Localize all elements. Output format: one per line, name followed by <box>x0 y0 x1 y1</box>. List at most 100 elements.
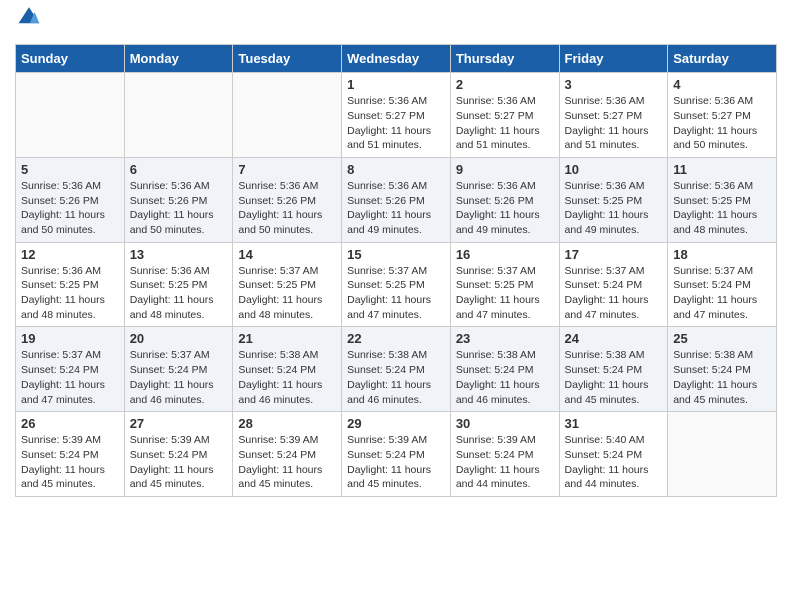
day-info: Sunrise: 5:36 AMSunset: 5:27 PMDaylight:… <box>347 94 445 153</box>
day-info: Sunrise: 5:37 AMSunset: 5:24 PMDaylight:… <box>130 348 228 407</box>
day-number: 25 <box>673 331 771 346</box>
calendar-cell: 5 Sunrise: 5:36 AMSunset: 5:26 PMDaylight… <box>16 157 125 242</box>
logo-icon <box>17 5 41 27</box>
day-number: 19 <box>21 331 119 346</box>
calendar-cell: 6Sunrise: 5:36 AMSunset: 5:26 PMDaylight… <box>124 157 233 242</box>
calendar-table: SundayMondayTuesdayWednesdayThursdayFrid… <box>15 44 777 497</box>
day-info: Sunrise: 5:36 AMSunset: 5:27 PMDaylight:… <box>456 94 554 153</box>
day-info: Sunrise: 5:38 AMSunset: 5:24 PMDaylight:… <box>565 348 663 407</box>
day-number: 11 <box>673 162 771 177</box>
calendar-cell: 4 Sunrise: 5:36 AMSunset: 5:27 PMDaylight… <box>668 73 777 158</box>
calendar-cell: 31 Sunrise: 5:40 AMSunset: 5:24 PMDayligh… <box>559 412 668 497</box>
day-info: Sunrise: 5:39 AMSunset: 5:24 PMDaylight:… <box>130 433 228 492</box>
calendar-cell: 20Sunrise: 5:37 AMSunset: 5:24 PMDayligh… <box>124 327 233 412</box>
day-info: Sunrise: 5:36 AMSunset: 5:26 PMDaylight:… <box>456 179 554 238</box>
calendar-cell: 3Sunrise: 5:36 AMSunset: 5:27 PMDaylight… <box>559 73 668 158</box>
weekday-header: Friday <box>559 45 668 73</box>
day-info: Sunrise: 5:38 AMSunset: 5:24 PMDaylight:… <box>456 348 554 407</box>
calendar-cell: 16Sunrise: 5:37 AMSunset: 5:25 PMDayligh… <box>450 242 559 327</box>
day-info: Sunrise: 5:36 AMSunset: 5:25 PMDaylight:… <box>21 264 119 323</box>
calendar-week-row: 5 Sunrise: 5:36 AMSunset: 5:26 PMDaylight… <box>16 157 777 242</box>
weekday-header: Thursday <box>450 45 559 73</box>
day-info: Sunrise: 5:36 AMSunset: 5:27 PMDaylight:… <box>673 94 771 153</box>
day-info: Sunrise: 5:36 AMSunset: 5:26 PMDaylight:… <box>21 179 119 238</box>
day-number: 12 <box>21 247 119 262</box>
day-info: Sunrise: 5:37 AMSunset: 5:24 PMDaylight:… <box>673 264 771 323</box>
calendar-week-row: 12 Sunrise: 5:36 AMSunset: 5:25 PMDayligh… <box>16 242 777 327</box>
weekday-header: Saturday <box>668 45 777 73</box>
calendar-week-row: 1 Sunrise: 5:36 AMSunset: 5:27 PMDaylight… <box>16 73 777 158</box>
day-number: 29 <box>347 416 445 431</box>
calendar-week-row: 19 Sunrise: 5:37 AMSunset: 5:24 PMDayligh… <box>16 327 777 412</box>
calendar-cell: 18 Sunrise: 5:37 AMSunset: 5:24 PMDayligh… <box>668 242 777 327</box>
day-info: Sunrise: 5:39 AMSunset: 5:24 PMDaylight:… <box>456 433 554 492</box>
day-number: 30 <box>456 416 554 431</box>
calendar-cell: 12 Sunrise: 5:36 AMSunset: 5:25 PMDayligh… <box>16 242 125 327</box>
day-number: 26 <box>21 416 119 431</box>
day-info: Sunrise: 5:38 AMSunset: 5:24 PMDaylight:… <box>673 348 771 407</box>
calendar-cell <box>124 73 233 158</box>
day-info: Sunrise: 5:38 AMSunset: 5:24 PMDaylight:… <box>238 348 336 407</box>
day-number: 9 <box>456 162 554 177</box>
day-info: Sunrise: 5:36 AMSunset: 5:27 PMDaylight:… <box>565 94 663 153</box>
calendar-cell: 13 Sunrise: 5:36 AMSunset: 5:25 PMDayligh… <box>124 242 233 327</box>
calendar-cell <box>16 73 125 158</box>
calendar-cell: 19 Sunrise: 5:37 AMSunset: 5:24 PMDayligh… <box>16 327 125 412</box>
calendar-cell: 22 Sunrise: 5:38 AMSunset: 5:24 PMDayligh… <box>342 327 451 412</box>
calendar-week-row: 26 Sunrise: 5:39 AMSunset: 5:24 PMDayligh… <box>16 412 777 497</box>
calendar-cell <box>233 73 342 158</box>
day-number: 7 <box>238 162 336 177</box>
day-number: 21 <box>238 331 336 346</box>
day-info: Sunrise: 5:37 AMSunset: 5:24 PMDaylight:… <box>565 264 663 323</box>
day-number: 18 <box>673 247 771 262</box>
calendar-cell: 7Sunrise: 5:36 AMSunset: 5:26 PMDaylight… <box>233 157 342 242</box>
calendar-cell: 14Sunrise: 5:37 AMSunset: 5:25 PMDayligh… <box>233 242 342 327</box>
day-info: Sunrise: 5:36 AMSunset: 5:25 PMDaylight:… <box>130 264 228 323</box>
calendar-cell: 1 Sunrise: 5:36 AMSunset: 5:27 PMDaylight… <box>342 73 451 158</box>
calendar-container: SundayMondayTuesdayWednesdayThursdayFrid… <box>0 0 792 507</box>
day-info: Sunrise: 5:39 AMSunset: 5:24 PMDaylight:… <box>21 433 119 492</box>
day-info: Sunrise: 5:37 AMSunset: 5:25 PMDaylight:… <box>347 264 445 323</box>
day-info: Sunrise: 5:39 AMSunset: 5:24 PMDaylight:… <box>347 433 445 492</box>
calendar-cell: 27 Sunrise: 5:39 AMSunset: 5:24 PMDayligh… <box>124 412 233 497</box>
day-number: 10 <box>565 162 663 177</box>
calendar-cell: 29 Sunrise: 5:39 AMSunset: 5:24 PMDayligh… <box>342 412 451 497</box>
calendar-cell: 24Sunrise: 5:38 AMSunset: 5:24 PMDayligh… <box>559 327 668 412</box>
weekday-header: Wednesday <box>342 45 451 73</box>
day-info: Sunrise: 5:40 AMSunset: 5:24 PMDaylight:… <box>565 433 663 492</box>
day-info: Sunrise: 5:38 AMSunset: 5:24 PMDaylight:… <box>347 348 445 407</box>
day-info: Sunrise: 5:37 AMSunset: 5:24 PMDaylight:… <box>21 348 119 407</box>
calendar-cell: 10 Sunrise: 5:36 AMSunset: 5:25 PMDayligh… <box>559 157 668 242</box>
weekday-header: Sunday <box>16 45 125 73</box>
day-info: Sunrise: 5:36 AMSunset: 5:25 PMDaylight:… <box>565 179 663 238</box>
logo <box>15 10 41 34</box>
day-number: 16 <box>456 247 554 262</box>
day-number: 28 <box>238 416 336 431</box>
day-number: 22 <box>347 331 445 346</box>
day-number: 1 <box>347 77 445 92</box>
calendar-cell <box>668 412 777 497</box>
day-number: 13 <box>130 247 228 262</box>
day-number: 2 <box>456 77 554 92</box>
calendar-cell: 28Sunrise: 5:39 AMSunset: 5:24 PMDayligh… <box>233 412 342 497</box>
day-number: 8 <box>347 162 445 177</box>
calendar-cell: 26 Sunrise: 5:39 AMSunset: 5:24 PMDayligh… <box>16 412 125 497</box>
day-info: Sunrise: 5:36 AMSunset: 5:26 PMDaylight:… <box>130 179 228 238</box>
calendar-cell: 11Sunrise: 5:36 AMSunset: 5:25 PMDayligh… <box>668 157 777 242</box>
day-info: Sunrise: 5:36 AMSunset: 5:26 PMDaylight:… <box>347 179 445 238</box>
calendar-header-row: SundayMondayTuesdayWednesdayThursdayFrid… <box>16 45 777 73</box>
day-number: 15 <box>347 247 445 262</box>
day-number: 4 <box>673 77 771 92</box>
weekday-header: Monday <box>124 45 233 73</box>
day-number: 5 <box>21 162 119 177</box>
calendar-cell: 15 Sunrise: 5:37 AMSunset: 5:25 PMDayligh… <box>342 242 451 327</box>
day-number: 14 <box>238 247 336 262</box>
calendar-cell: 30 Sunrise: 5:39 AMSunset: 5:24 PMDayligh… <box>450 412 559 497</box>
calendar-cell: 25 Sunrise: 5:38 AMSunset: 5:24 PMDayligh… <box>668 327 777 412</box>
calendar-cell: 17 Sunrise: 5:37 AMSunset: 5:24 PMDayligh… <box>559 242 668 327</box>
day-number: 27 <box>130 416 228 431</box>
day-number: 31 <box>565 416 663 431</box>
calendar-cell: 23Sunrise: 5:38 AMSunset: 5:24 PMDayligh… <box>450 327 559 412</box>
day-number: 17 <box>565 247 663 262</box>
calendar-cell: 2 Sunrise: 5:36 AMSunset: 5:27 PMDaylight… <box>450 73 559 158</box>
